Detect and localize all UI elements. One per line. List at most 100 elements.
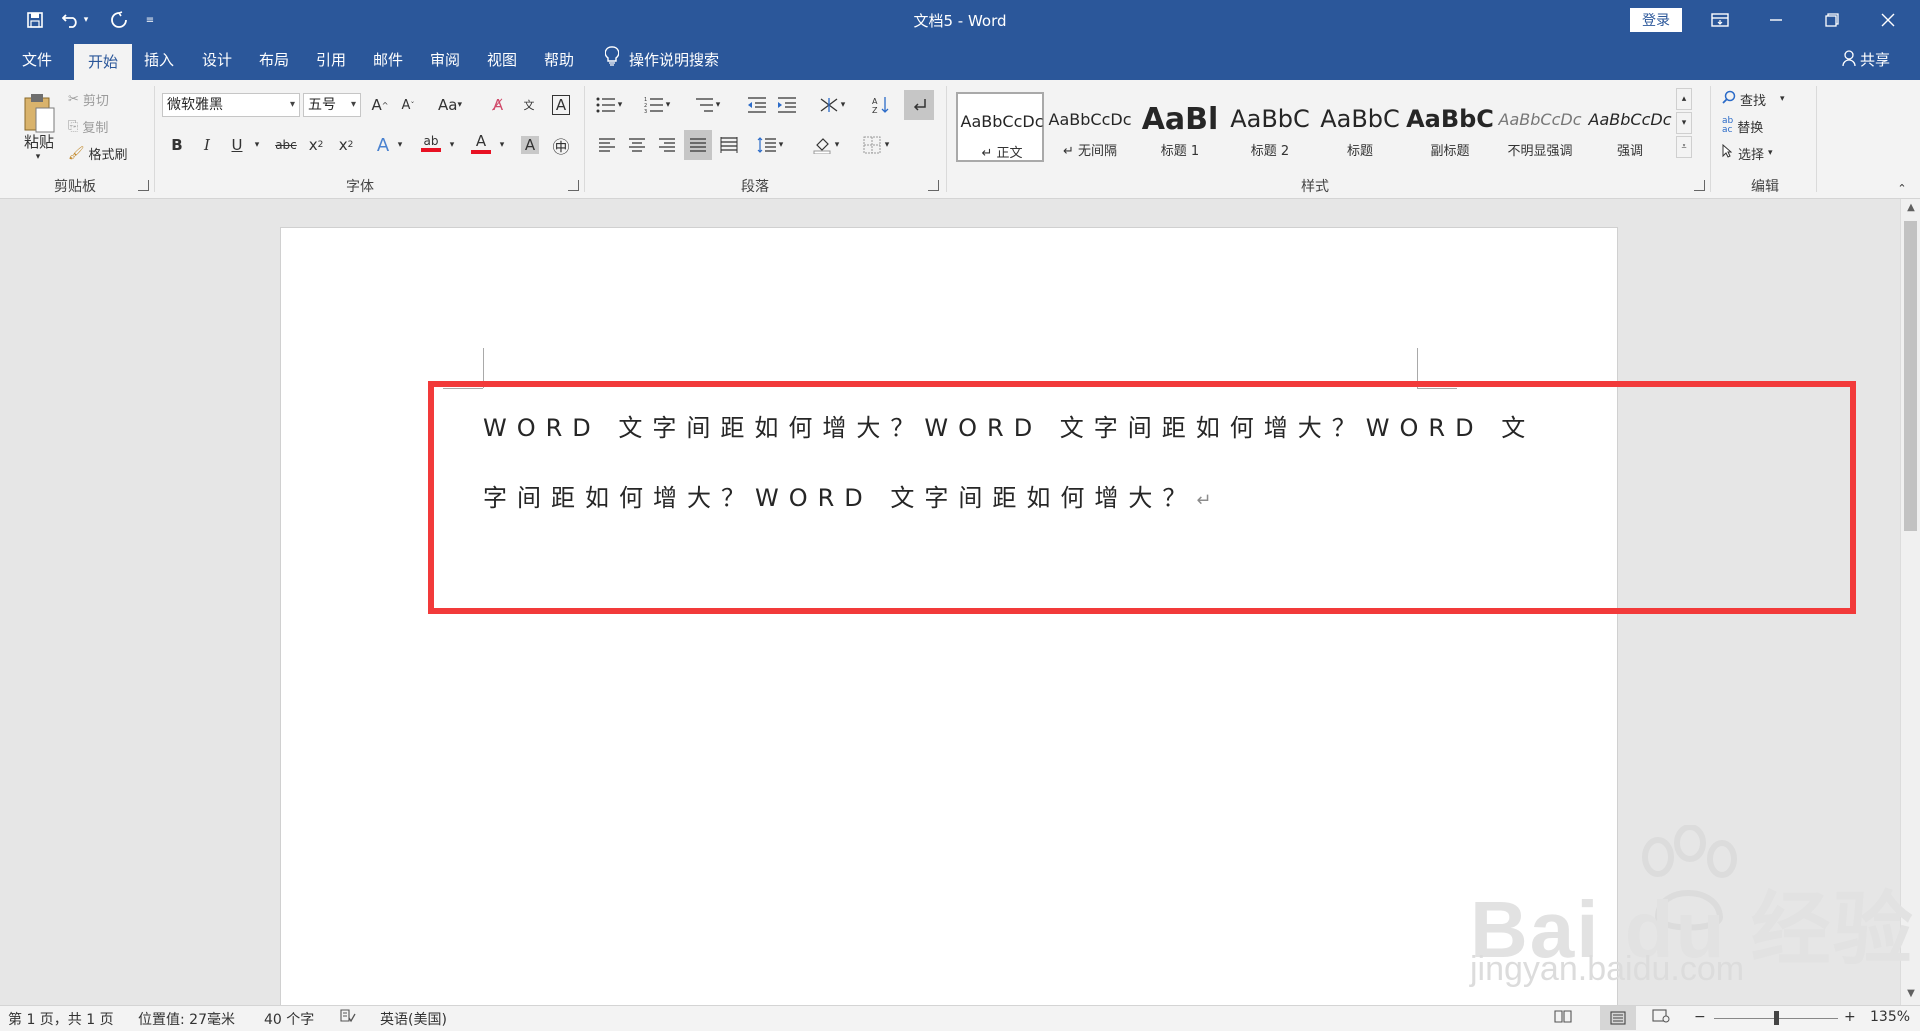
minimize-icon[interactable] (1752, 0, 1800, 40)
tab-design[interactable]: 设计 (192, 40, 242, 80)
phonetic-guide-icon[interactable]: 文 (516, 92, 542, 118)
page-count-status[interactable]: 第 1 页，共 1 页 (8, 1009, 114, 1029)
chinese-layout-icon[interactable]: ▾ (814, 92, 850, 118)
replace-button[interactable]: ab ac 替换 (1722, 113, 1802, 139)
styles-launcher-icon[interactable] (1694, 180, 1705, 191)
restore-icon[interactable] (1808, 0, 1856, 40)
bullets-icon[interactable]: ▾ (594, 92, 624, 118)
tab-file[interactable]: 文件 (12, 40, 62, 80)
shrink-font-icon[interactable]: Aˇ (396, 92, 420, 118)
paste-dropdown-icon[interactable]: ▾ (30, 150, 46, 164)
tab-home[interactable]: 开始 (74, 44, 132, 80)
sort-icon[interactable]: AZ (868, 92, 894, 118)
style-title[interactable]: AaBbC 标题 (1316, 92, 1404, 162)
tab-mailings[interactable]: 邮件 (363, 40, 413, 80)
style-no-spacing[interactable]: AaBbCcDc ↵ 无间隔 (1046, 92, 1134, 162)
highlight-color-icon[interactable]: ab (418, 130, 444, 156)
style-heading-1[interactable]: AaBl 标题 1 (1136, 92, 1224, 162)
change-case-icon[interactable]: Aa ▾ (432, 92, 468, 118)
style-emphasis[interactable]: AaBbCcDc 强调 (1586, 92, 1674, 162)
align-center-icon[interactable] (624, 132, 650, 158)
font-size-combo[interactable]: 五号 ▾ (303, 93, 361, 117)
find-button[interactable]: 查找 ▾ (1722, 86, 1812, 112)
font-launcher-icon[interactable] (568, 180, 579, 191)
clipboard-launcher-icon[interactable] (138, 180, 149, 191)
collapse-ribbon-icon[interactable]: ⌃ (1892, 180, 1912, 196)
web-layout-icon[interactable] (1652, 1009, 1670, 1027)
character-shading-icon[interactable]: A (518, 132, 542, 158)
tab-layout[interactable]: 布局 (249, 40, 299, 80)
format-painter-button[interactable]: 🖌 格式刷 (68, 140, 148, 166)
justify-icon[interactable] (684, 130, 712, 160)
share-button[interactable]: 共享 (1842, 40, 1890, 80)
increase-indent-icon[interactable] (774, 92, 800, 118)
grow-font-icon[interactable]: A ^ (368, 92, 392, 118)
undo-dropdown-icon[interactable]: ▾ (78, 6, 94, 34)
italic-icon[interactable]: I (196, 132, 218, 158)
styles-more-icon[interactable]: ⩡ (1676, 136, 1692, 158)
align-right-icon[interactable] (654, 132, 680, 158)
paragraph-launcher-icon[interactable] (928, 180, 939, 191)
save-icon[interactable] (20, 6, 50, 34)
underline-icon[interactable]: U (226, 132, 248, 158)
language-status[interactable]: 英语(美国) (380, 1009, 447, 1029)
bold-icon[interactable]: B (166, 132, 188, 158)
enclose-characters-icon[interactable]: ㊥ (548, 132, 574, 158)
zoom-slider-thumb[interactable] (1774, 1011, 1779, 1025)
tab-insert[interactable]: 插入 (134, 40, 184, 80)
read-mode-icon[interactable] (1554, 1009, 1572, 1027)
align-left-icon[interactable] (594, 132, 620, 158)
redo-icon[interactable] (104, 6, 134, 34)
tab-review[interactable]: 审阅 (420, 40, 470, 80)
decrease-indent-icon[interactable] (744, 92, 770, 118)
strikethrough-icon[interactable]: abc (272, 132, 300, 158)
text-effects-dropdown-icon[interactable]: ▾ (394, 132, 406, 158)
clear-formatting-icon[interactable]: A̸ (486, 92, 510, 118)
superscript-icon[interactable]: x2 (334, 132, 358, 158)
ribbon-display-options-icon[interactable] (1696, 0, 1744, 40)
show-hide-marks-icon[interactable] (904, 90, 934, 120)
style-heading-2[interactable]: AaBbC 标题 2 (1226, 92, 1314, 162)
zoom-level[interactable]: 135% (1870, 1009, 1910, 1025)
zoom-out-icon[interactable]: − (1694, 1009, 1706, 1025)
tab-references[interactable]: 引用 (306, 40, 356, 80)
close-icon[interactable] (1864, 0, 1912, 40)
highlight-dropdown-icon[interactable]: ▾ (446, 132, 458, 158)
styles-scroll-down-icon[interactable]: ▾ (1676, 112, 1692, 134)
scroll-up-icon[interactable]: ▲ (1901, 199, 1920, 217)
editing-group-label: 编辑 (1751, 179, 1779, 195)
document-page[interactable] (280, 227, 1618, 1007)
style-subtle-emphasis[interactable]: AaBbCcDc 不明显强调 (1496, 92, 1584, 162)
character-border-icon[interactable]: A (548, 92, 574, 118)
print-layout-icon[interactable] (1600, 1006, 1636, 1030)
word-count-status[interactable]: 40 个字 (264, 1009, 314, 1029)
numbering-icon[interactable]: 1 2 3 ▾ (642, 92, 672, 118)
style-subtitle[interactable]: AaBbC 副标题 (1406, 92, 1494, 162)
tell-me-search[interactable]: 操作说明搜索 (604, 40, 719, 80)
subscript-icon[interactable]: x2 (304, 132, 328, 158)
proofing-icon[interactable] (340, 1009, 356, 1027)
underline-dropdown-icon[interactable]: ▾ (250, 132, 264, 158)
select-button[interactable]: 选择 ▾ (1722, 140, 1812, 166)
position-status[interactable]: 位置值: 27毫米 (138, 1009, 235, 1029)
cut-button[interactable]: ✂ 剪切 (68, 86, 128, 112)
zoom-in-icon[interactable]: + (1844, 1009, 1856, 1025)
scroll-down-icon[interactable]: ▼ (1901, 985, 1920, 1003)
tab-view[interactable]: 视图 (477, 40, 527, 80)
customize-qat-icon[interactable]: ≡ (140, 6, 160, 34)
font-color-dropdown-icon[interactable]: ▾ (496, 132, 508, 158)
line-spacing-icon[interactable]: ▾ (752, 132, 788, 158)
font-name-combo[interactable]: 微软雅黑 ▾ (162, 93, 300, 117)
tab-help[interactable]: 帮助 (534, 40, 584, 80)
login-button[interactable]: 登录 (1630, 8, 1682, 32)
copy-button[interactable]: ⎘ 复制 (68, 113, 128, 139)
styles-scroll-up-icon[interactable]: ▴ (1676, 88, 1692, 110)
scrollbar-thumb[interactable] (1904, 221, 1917, 531)
font-color-icon[interactable]: A (468, 130, 494, 156)
text-effects-icon[interactable]: A (372, 132, 394, 158)
borders-icon[interactable]: ▾ (856, 132, 896, 158)
multilevel-list-icon[interactable]: ▾ (692, 92, 722, 118)
shading-icon[interactable]: ▾ (808, 132, 844, 158)
distributed-icon[interactable] (716, 132, 742, 158)
style-normal[interactable]: AaBbCcDc ↵ 正文 (956, 92, 1044, 162)
